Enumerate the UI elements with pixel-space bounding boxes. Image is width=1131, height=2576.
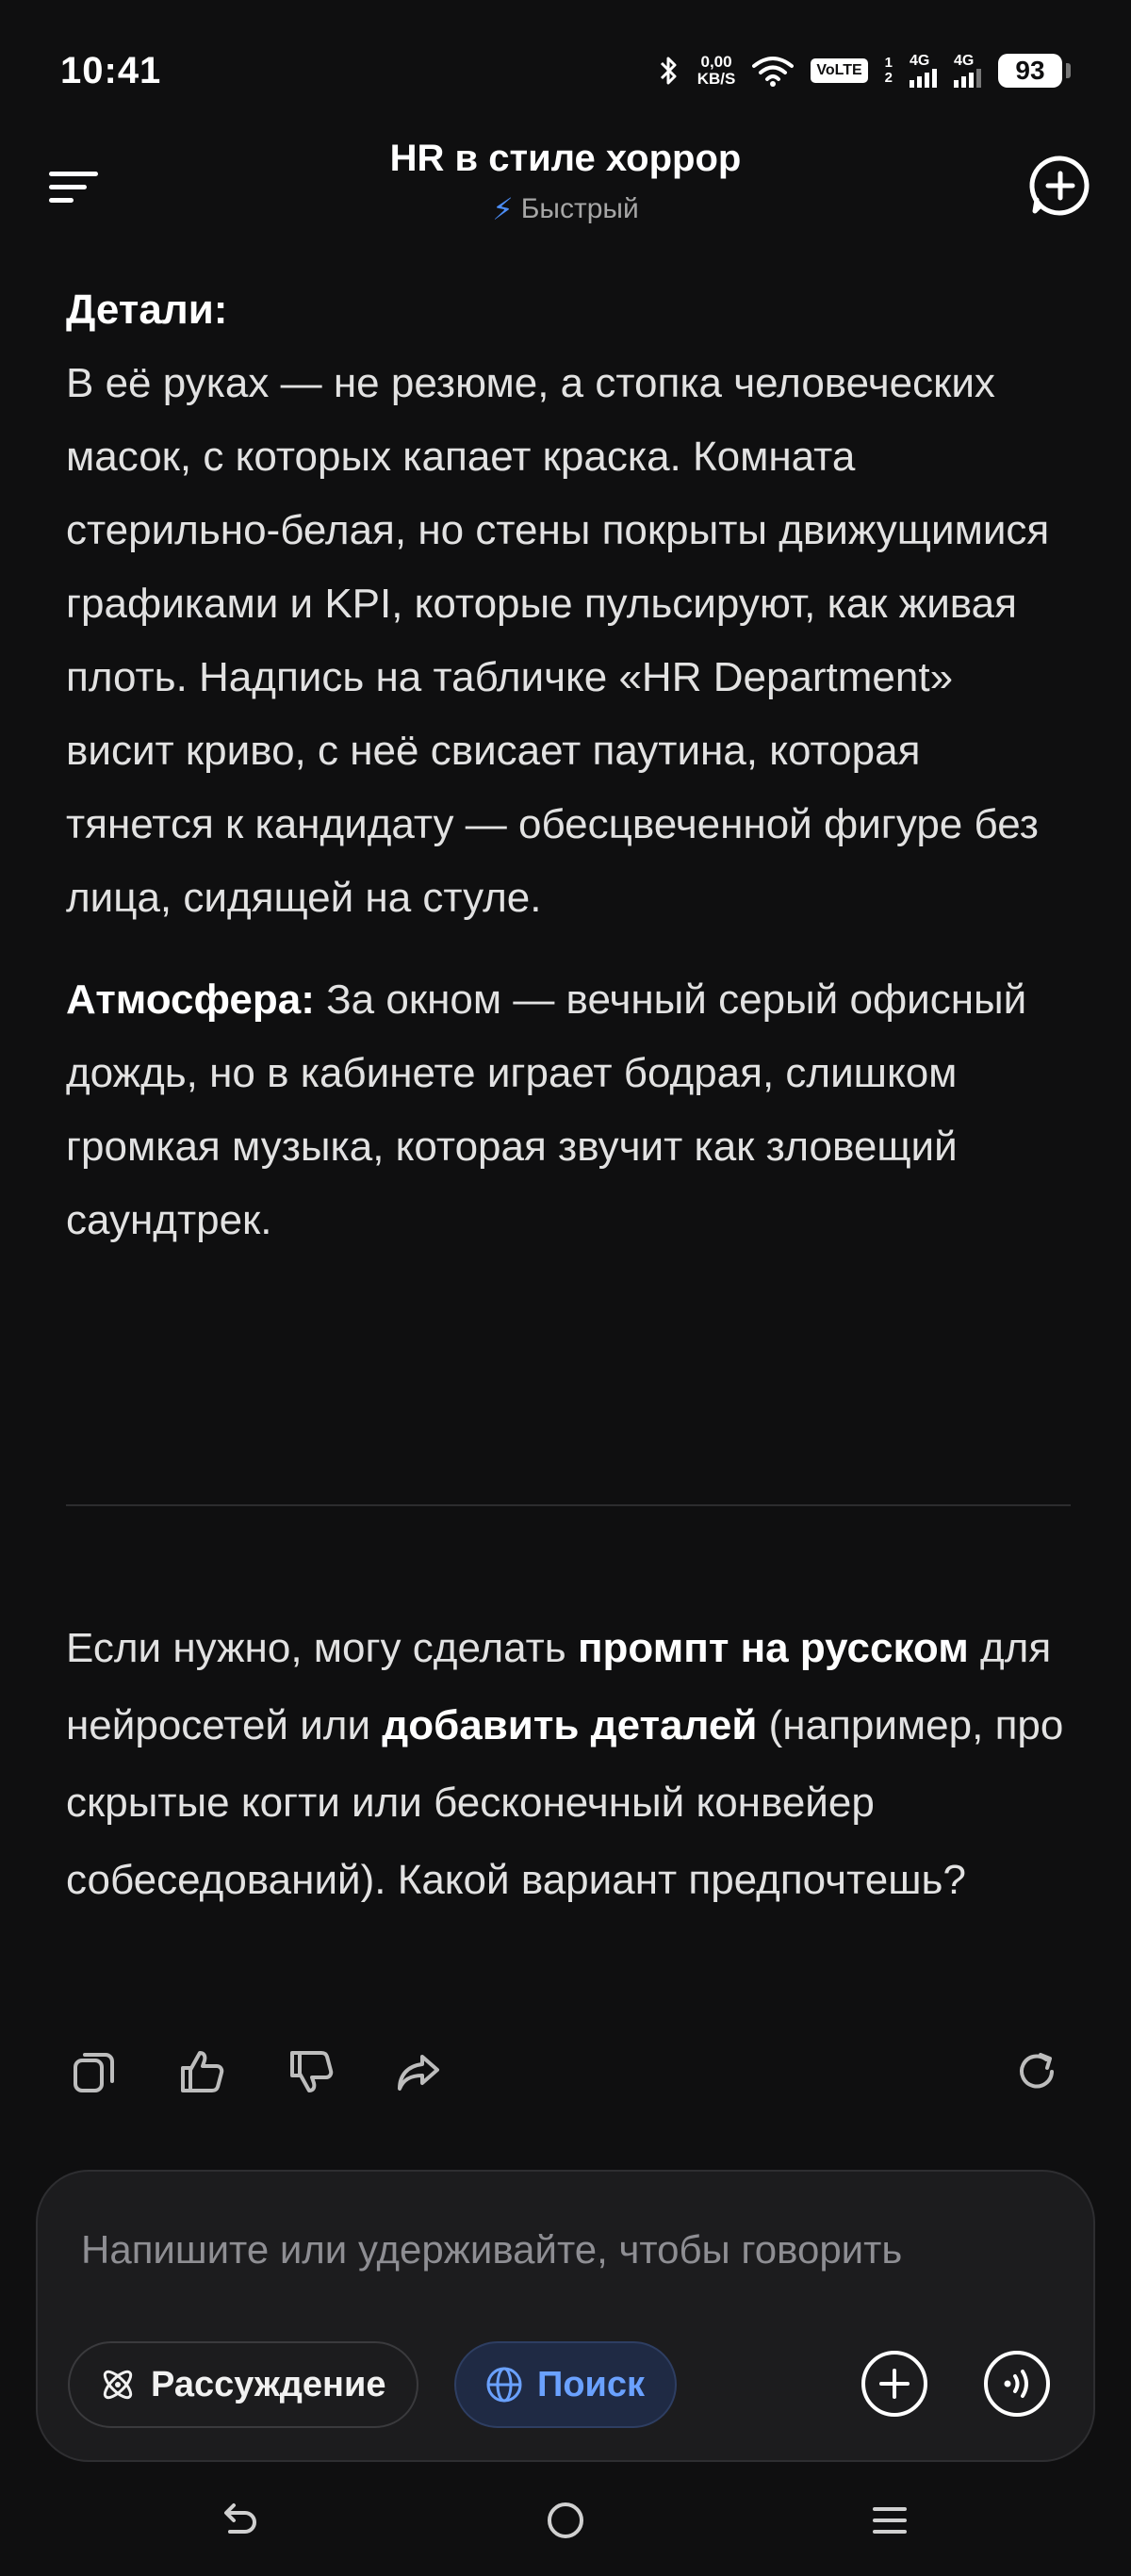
attach-button[interactable] xyxy=(854,2343,935,2424)
regenerate-button[interactable] xyxy=(1008,2043,1065,2100)
network-speed: 0,00 KB/S xyxy=(697,54,736,88)
sim2-network-label: 4G xyxy=(954,53,975,69)
reasoning-label: Рассуждение xyxy=(151,2364,386,2404)
reasoning-toggle[interactable]: Рассуждение xyxy=(68,2341,418,2428)
home-circle-icon xyxy=(548,2502,583,2538)
model-mode-label: Быстрый xyxy=(520,193,639,224)
globe-icon xyxy=(486,2367,522,2403)
like-button[interactable] xyxy=(173,2043,230,2100)
sim1-index: 1 xyxy=(884,55,893,71)
recents-button[interactable] xyxy=(861,2492,918,2549)
volte-badge: VoLTE xyxy=(811,58,868,83)
details-paragraph: Детали: В её руках — не резюме, а стопка… xyxy=(66,273,1065,935)
back-button[interactable] xyxy=(211,2492,268,2549)
chat-screen: 10:41 0,00 KB/S VoLTE 1 2 4G 4G 93 HR в … xyxy=(0,0,1131,2576)
plus-circle-icon xyxy=(861,2351,927,2417)
recents-menu-icon xyxy=(873,2507,907,2534)
lightning-icon: ⚡ xyxy=(492,192,514,226)
search-toggle[interactable]: Поиск xyxy=(454,2341,678,2428)
net-speed-value: 0,00 xyxy=(700,53,732,71)
followup-paragraph: Если нужно, могу сделать промпт на русск… xyxy=(66,1610,1084,1919)
details-label: Детали: xyxy=(66,287,228,333)
share-icon xyxy=(398,2055,439,2091)
share-button[interactable] xyxy=(390,2043,447,2100)
atom-icon xyxy=(103,2370,133,2400)
chat-title-area[interactable]: HR в стиле хоррор ⚡ Быстрый xyxy=(0,132,1131,227)
dislike-button[interactable] xyxy=(283,2043,339,2100)
battery-tip xyxy=(1066,63,1071,78)
status-bar: 10:41 0,00 KB/S VoLTE 1 2 4G 4G 93 xyxy=(0,0,1131,141)
refresh-icon xyxy=(1020,2053,1054,2089)
status-icons: 0,00 KB/S VoLTE 1 2 4G 4G 93 xyxy=(658,54,1071,88)
message-actions xyxy=(66,2043,1065,2100)
copy-button[interactable] xyxy=(66,2043,123,2100)
battery-indicator: 93 xyxy=(998,54,1071,88)
voice-wave-icon xyxy=(984,2351,1050,2417)
model-mode[interactable]: ⚡ Быстрый xyxy=(492,191,638,227)
details-text: В её руках — не резюме, а стопка человеч… xyxy=(66,360,1050,921)
sim2-signal-bars-icon xyxy=(954,69,981,88)
bluetooth-icon xyxy=(660,57,677,85)
status-time: 10:41 xyxy=(60,49,162,91)
system-nav-bar xyxy=(0,2488,1131,2576)
net-speed-unit: KB/S xyxy=(697,70,736,88)
atmosphere-label: Атмосфера: xyxy=(66,976,315,1023)
search-label: Поиск xyxy=(537,2364,646,2404)
followup-text-1: Если нужно, могу сделать xyxy=(66,1625,578,1671)
followup-bold-1: промпт на русском xyxy=(577,1625,969,1671)
battery-level: 93 xyxy=(998,54,1062,88)
message-divider xyxy=(66,1504,1071,1506)
sim1-signal: 4G xyxy=(910,54,937,88)
home-button[interactable] xyxy=(537,2492,594,2549)
sim1-network-label: 4G xyxy=(910,53,930,69)
new-chat-button[interactable] xyxy=(1027,153,1093,219)
voice-button[interactable] xyxy=(976,2343,1057,2424)
back-icon xyxy=(224,2503,256,2534)
wifi-icon xyxy=(752,57,795,87)
chat-title: HR в стиле хоррор xyxy=(389,138,742,179)
message-composer: Рассуждение Поиск xyxy=(36,2170,1095,2462)
atmosphere-paragraph: Атмосфера: За окном — вечный серый офисн… xyxy=(66,963,1065,1257)
sim2-index: 2 xyxy=(884,70,893,86)
sim2-signal: 4G xyxy=(954,54,981,88)
new-chat-icon xyxy=(1029,156,1090,216)
assistant-message: Детали: В её руках — не резюме, а стопка… xyxy=(66,273,1065,1286)
sim-indexes: 1 2 xyxy=(885,56,893,86)
thumbs-up-icon xyxy=(181,2051,224,2092)
thumbs-down-icon xyxy=(290,2051,334,2092)
message-input[interactable] xyxy=(81,2217,1061,2283)
app-header: HR в стиле хоррор ⚡ Быстрый xyxy=(0,132,1131,245)
sim1-signal-bars-icon xyxy=(910,69,937,88)
copy-icon xyxy=(74,2053,114,2092)
followup-bold-2: добавить деталей xyxy=(382,1702,758,1748)
